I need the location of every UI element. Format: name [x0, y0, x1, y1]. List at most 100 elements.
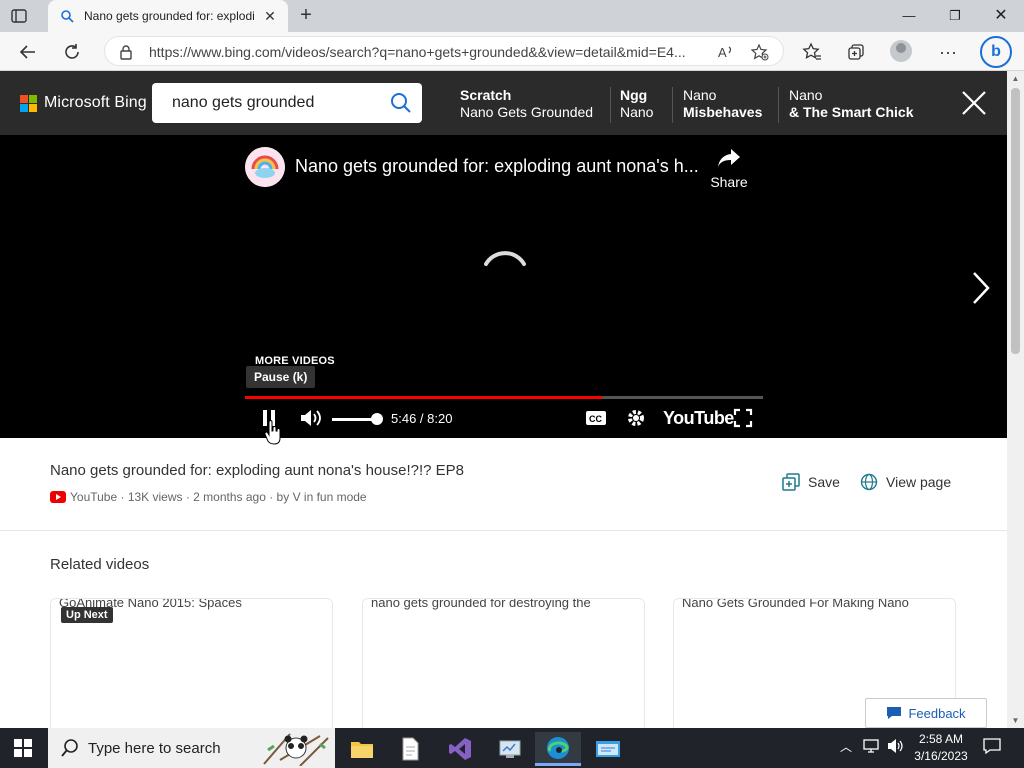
- file-explorer-icon[interactable]: [339, 732, 385, 766]
- refresh-button[interactable]: [60, 40, 84, 64]
- notepad-icon[interactable]: [387, 732, 433, 766]
- browser-tab[interactable]: Nano gets grounded for: explodi ✕: [48, 0, 288, 32]
- scroll-down-icon[interactable]: ▼: [1011, 716, 1020, 725]
- save-button[interactable]: Save: [782, 468, 840, 496]
- collections-icon[interactable]: [844, 40, 868, 64]
- related-search-line2: Nano: [620, 104, 654, 120]
- visual-studio-icon[interactable]: [437, 732, 483, 766]
- taskbar-clock[interactable]: 2:58 AM 3/16/2023: [910, 731, 972, 765]
- related-search-3[interactable]: Nano Misbehaves: [683, 87, 762, 121]
- video-info-title[interactable]: Nano gets grounded for: exploding aunt n…: [50, 462, 464, 479]
- fullscreen-icon: [733, 408, 753, 428]
- time-display: 5:46 / 8:20: [391, 411, 453, 426]
- more-options-icon[interactable]: ···: [936, 40, 960, 64]
- notifications-icon[interactable]: [983, 737, 1001, 758]
- minimize-icon[interactable]: —: [886, 0, 932, 32]
- volume-icon: [301, 410, 321, 426]
- scroll-thumb[interactable]: [1011, 88, 1020, 354]
- volume-knob[interactable]: [371, 413, 383, 425]
- close-video-icon[interactable]: [960, 89, 988, 117]
- loading-spinner-icon: [482, 250, 528, 296]
- settings-button[interactable]: [624, 407, 648, 429]
- progress-bar[interactable]: [245, 396, 763, 399]
- browser-tab-strip: Nano gets grounded for: explodi ✕ + — ❐ …: [0, 0, 1024, 32]
- captions-button[interactable]: CC: [584, 407, 608, 429]
- gear-icon: [628, 410, 644, 426]
- tab-close-icon[interactable]: ✕: [262, 8, 278, 24]
- share-icon: [718, 149, 740, 167]
- youtube-logo[interactable]: YouTube: [663, 408, 734, 429]
- video-player[interactable]: Nano gets grounded for: exploding aunt n…: [0, 135, 1007, 438]
- clock-time: 2:58 AM: [918, 732, 964, 746]
- bing-chat-button[interactable]: b: [980, 36, 1012, 68]
- restore-icon[interactable]: ❐: [932, 0, 978, 32]
- related-search-4[interactable]: Nano & The Smart Chick: [789, 87, 913, 121]
- globe-icon: [860, 473, 878, 491]
- video-title[interactable]: Nano gets grounded for: exploding aunt n…: [295, 156, 699, 177]
- volume-slider[interactable]: [332, 418, 376, 421]
- related-search-line1: Scratch: [460, 87, 512, 103]
- related-video-card[interactable]: nano gets grounded for destroying the: [362, 598, 645, 733]
- video-meta: YouTube · 13K views · 2 months ago · by …: [70, 490, 367, 504]
- tab-actions-icon[interactable]: [10, 7, 28, 25]
- related-search-line2: Nano Gets Grounded: [460, 104, 594, 120]
- related-search-2[interactable]: Ngg Nano: [620, 87, 653, 121]
- search-icon: [60, 738, 80, 763]
- divider: [610, 87, 611, 123]
- add-collection-icon: [782, 473, 800, 491]
- save-label: Save: [808, 474, 840, 490]
- app-window-icon[interactable]: [585, 732, 631, 766]
- address-bar[interactable]: https://www.bing.com/videos/search?q=nan…: [104, 36, 784, 66]
- related-video-card[interactable]: GoAnimate Nano 2015: Spaces Up Next: [50, 598, 333, 733]
- back-button[interactable]: [16, 40, 40, 64]
- share-button[interactable]: Share: [706, 147, 752, 190]
- new-tab-button[interactable]: +: [296, 5, 316, 26]
- search-input[interactable]: nano gets grounded: [152, 83, 422, 123]
- svg-text:CC: CC: [589, 414, 602, 424]
- view-page-label: View page: [886, 474, 952, 490]
- taskbar-search-placeholder: Type here to search: [88, 740, 221, 757]
- related-search-line1: Nano: [683, 87, 717, 103]
- scroll-up-icon[interactable]: ▲: [1011, 74, 1020, 83]
- view-page-button[interactable]: View page: [860, 468, 951, 496]
- bing-favicon-icon: [60, 9, 74, 23]
- bing-brand[interactable]: Microsoft Bing: [44, 94, 147, 112]
- search-query[interactable]: nano gets grounded: [172, 94, 314, 112]
- clock-date: 3/16/2023: [914, 749, 968, 763]
- edge-browser-icon[interactable]: [535, 732, 581, 766]
- related-videos-heading: Related videos: [50, 556, 150, 573]
- read-aloud-icon[interactable]: A: [717, 43, 735, 61]
- related-search-line1: Ngg: [620, 87, 648, 103]
- profile-avatar[interactable]: [890, 40, 912, 62]
- speaker-icon[interactable]: [886, 738, 904, 757]
- lock-icon[interactable]: [119, 44, 133, 65]
- divider: [0, 530, 1007, 531]
- windows-start-icon[interactable]: [14, 739, 32, 757]
- feedback-icon: [887, 707, 902, 719]
- page-scrollbar[interactable]: ▲ ▼: [1007, 71, 1024, 728]
- youtube-icon: [50, 491, 66, 503]
- window-close-icon[interactable]: ✕: [978, 0, 1024, 32]
- captions-icon: CC: [586, 411, 606, 425]
- url-text[interactable]: https://www.bing.com/videos/search?q=nan…: [149, 44, 709, 60]
- panda-illustration-icon: [260, 730, 332, 768]
- related-search-line1: Nano: [789, 87, 823, 103]
- microsoft-logo-icon[interactable]: [20, 95, 38, 113]
- control-panel-icon[interactable]: [487, 732, 533, 766]
- next-video-chevron-icon[interactable]: [968, 270, 994, 306]
- add-favorite-icon[interactable]: [750, 43, 769, 61]
- search-icon[interactable]: [390, 92, 412, 119]
- network-icon[interactable]: [862, 738, 880, 757]
- fullscreen-button[interactable]: [731, 407, 755, 429]
- favorites-icon[interactable]: [800, 40, 824, 64]
- divider: [672, 87, 673, 123]
- volume-button[interactable]: [298, 407, 324, 429]
- tab-title: Nano gets grounded for: explodi: [84, 9, 255, 23]
- channel-avatar[interactable]: [245, 147, 285, 187]
- pause-tooltip: Pause (k): [246, 366, 316, 388]
- feedback-button[interactable]: Feedback: [865, 698, 987, 728]
- taskbar-search-input[interactable]: Type here to search: [48, 728, 335, 768]
- tray-chevron-icon[interactable]: ︿: [840, 738, 852, 755]
- bing-header: Microsoft Bing nano gets grounded Scratc…: [0, 71, 1007, 135]
- related-search-1[interactable]: Scratch Nano Gets Grounded: [460, 87, 593, 121]
